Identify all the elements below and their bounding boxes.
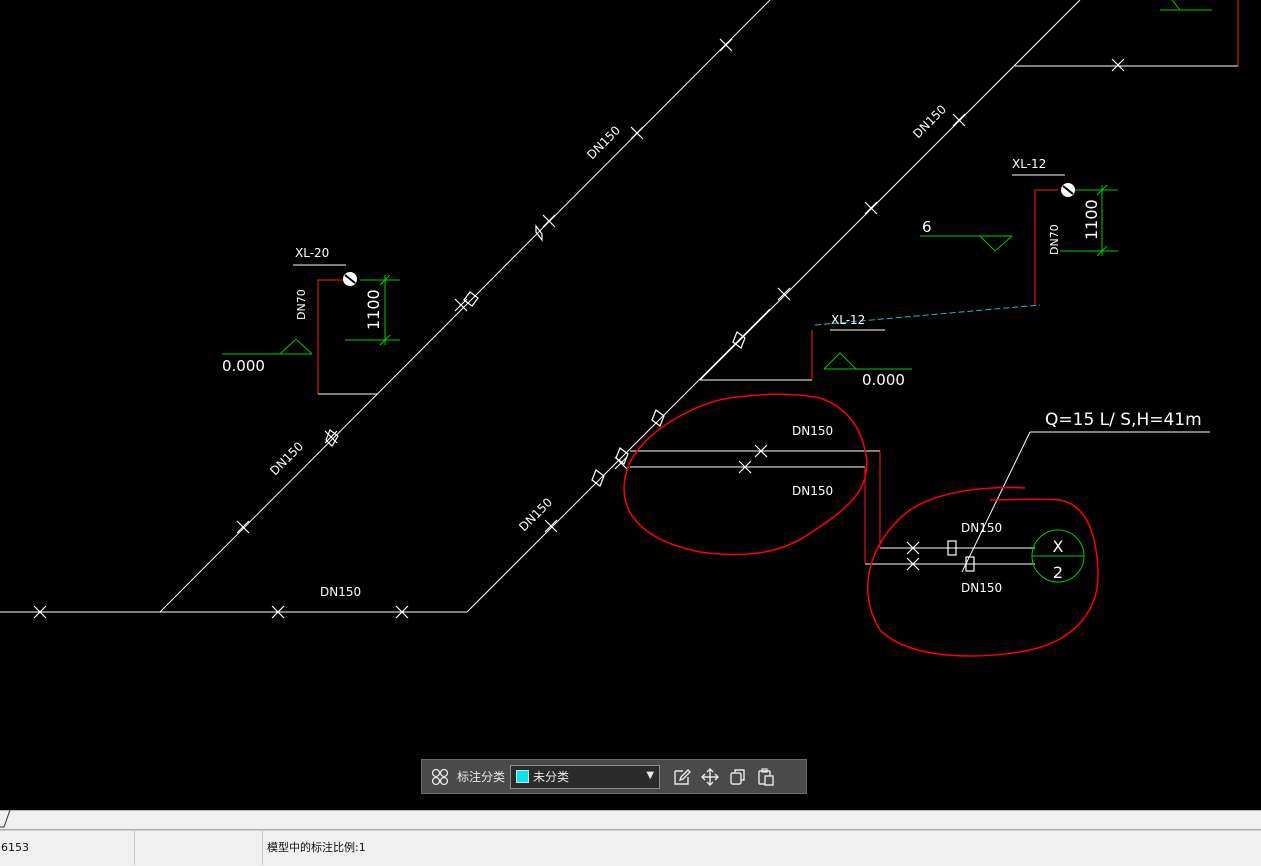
pipe-label-lower-branch: DN150 bbox=[792, 484, 833, 498]
tab-edge bbox=[0, 810, 11, 828]
edit-icon[interactable] bbox=[668, 763, 696, 791]
elevation-step: 6 bbox=[922, 218, 932, 236]
pump-symbol[interactable]: X 2 bbox=[1031, 529, 1085, 583]
dimension-right: 1100 bbox=[1082, 199, 1101, 240]
riser-tag-xl12-top: XL-12 bbox=[1012, 157, 1046, 171]
annotation-toolbar: 标注分类 未分类 ▼ bbox=[421, 759, 807, 794]
status-cell-empty bbox=[134, 831, 263, 865]
move-icon[interactable] bbox=[696, 763, 724, 791]
pipe-label-dn70-left: DN70 bbox=[295, 289, 308, 320]
markup-clouds bbox=[623, 393, 1099, 657]
elevation-mid: 0.000 bbox=[862, 371, 905, 389]
pipe-label-pump-upper: DN150 bbox=[961, 521, 1002, 535]
pipe-label-diag-a: DN150 bbox=[584, 123, 623, 162]
elevation-left: 0.000 bbox=[222, 357, 265, 375]
annotation-scale-readout[interactable]: 模型中的标注比例:1 bbox=[267, 831, 366, 865]
pump-spec: Q=15 L/ S,H=41m bbox=[1045, 410, 1202, 430]
pipe-network bbox=[0, 0, 1238, 613]
riser-symbols bbox=[343, 183, 1075, 286]
cad-drawing[interactable]: X 2 DN150 DN150 DN150 DN150 DN150 DN150 … bbox=[0, 0, 1261, 810]
paste-icon[interactable] bbox=[752, 763, 780, 791]
coordinate-readout: 6153 bbox=[0, 831, 135, 865]
chevron-down-icon: ▼ bbox=[646, 769, 655, 781]
category-color-swatch bbox=[516, 770, 530, 783]
pipe-label-dn70-right: DN70 bbox=[1048, 224, 1061, 255]
status-bar: 6153 模型中的标注比例:1 bbox=[0, 830, 1261, 866]
pipe-label-pump-lower: DN150 bbox=[961, 581, 1002, 595]
dimension-left: 1100 bbox=[364, 289, 383, 330]
riser-tag-xl12-mid: XL-12 bbox=[831, 313, 865, 327]
pipe-label-diag-d: DN150 bbox=[910, 102, 949, 141]
copy-icon[interactable] bbox=[724, 763, 752, 791]
category-selected-value: 未分类 bbox=[533, 770, 570, 784]
riser-tag-xl20: XL-20 bbox=[295, 246, 329, 260]
grid-icon[interactable] bbox=[426, 763, 454, 791]
annotation-category-select[interactable]: 未分类 ▼ bbox=[510, 764, 661, 789]
pump-symbol-text: X bbox=[1053, 537, 1064, 556]
pipe-label-upper-branch: DN150 bbox=[792, 424, 833, 438]
riser-pipes bbox=[317, 0, 1239, 564]
pump-number-text: 2 bbox=[1053, 563, 1063, 582]
drawing-canvas[interactable]: X 2 DN150 DN150 DN150 DN150 DN150 DN150 … bbox=[0, 0, 1261, 810]
pipe-label-horiz-bottom: DN150 bbox=[320, 585, 361, 599]
annotation-category-label: 标注分类 bbox=[457, 770, 506, 784]
pipe-label-diag-b: DN150 bbox=[267, 439, 306, 478]
layout-tab-strip[interactable] bbox=[0, 810, 1261, 830]
tag-underlines bbox=[293, 174, 1210, 573]
